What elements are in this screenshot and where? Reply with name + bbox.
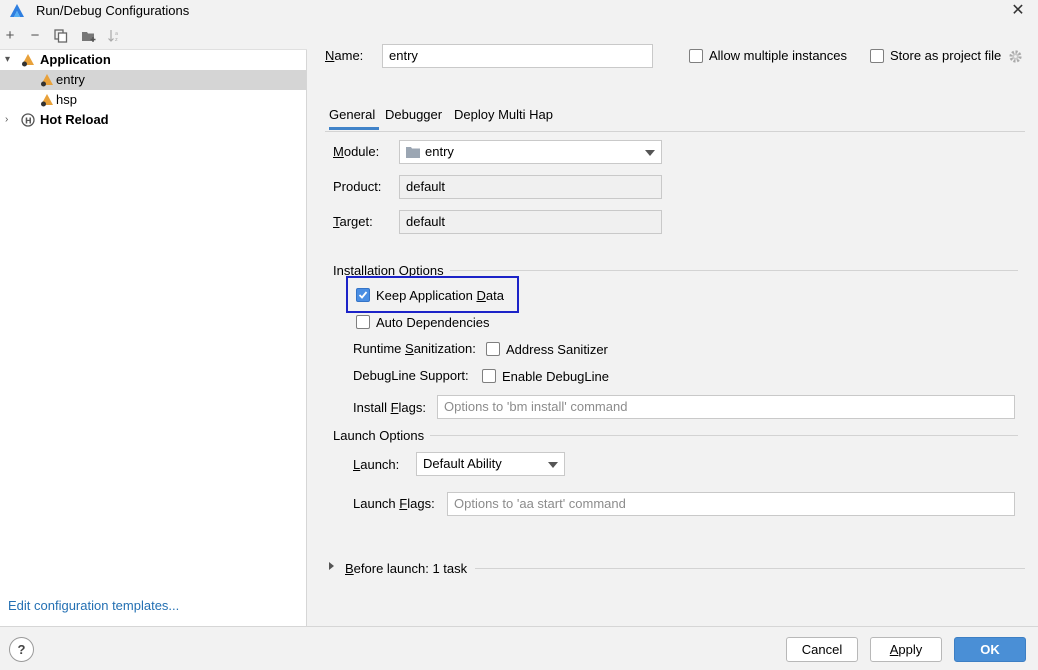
tab-divider [325, 131, 1025, 132]
module-select[interactable]: entry [399, 140, 662, 164]
tree-item-label: Hot Reload [40, 112, 109, 127]
launch-select-value: Default Ability [423, 456, 502, 471]
name-label: Name: [325, 48, 364, 63]
tree-item-label: hsp [56, 92, 77, 107]
module-select-value: entry [425, 144, 454, 159]
launch-divider [430, 435, 1018, 436]
sort-icon: a z [108, 30, 118, 43]
gear-icon[interactable] [1008, 49, 1023, 64]
module-icon [41, 94, 53, 107]
keep-app-data-checkbox[interactable] [356, 288, 370, 302]
tree-item-hot-reload[interactable]: › H Hot Reload [0, 110, 306, 130]
store-project-checkbox[interactable] [870, 49, 884, 63]
close-icon[interactable]: ✕ [1009, 1, 1027, 21]
before-launch-label[interactable]: Before launch: 1 task [345, 561, 467, 576]
tab-general[interactable]: General [329, 106, 379, 130]
address-sanitizer-checkbox[interactable] [486, 342, 500, 356]
runtime-sanitization-label: Runtime Sanitization: [353, 341, 476, 356]
hot-reload-icon: H [21, 113, 35, 127]
install-flags-label: Install Flags: [353, 400, 426, 415]
product-label: Product: [333, 179, 382, 194]
launch-label: Launch: [353, 457, 400, 472]
checkmark-icon [358, 291, 368, 299]
target-field: default [399, 210, 662, 234]
auto-dependencies-label: Auto Dependencies [376, 315, 490, 330]
help-button[interactable]: ? [9, 637, 34, 662]
chevron-right-icon[interactable] [329, 562, 334, 570]
minus-icon[interactable]: − [27, 28, 43, 44]
debugline-support-label: DebugLine Support: [353, 368, 469, 383]
chevron-right-icon[interactable]: › [5, 110, 15, 130]
window-title: Run/Debug Configurations [36, 3, 190, 18]
cancel-button[interactable]: Cancel [786, 637, 858, 662]
address-sanitizer-label: Address Sanitizer [506, 342, 608, 357]
chevron-down-icon [548, 462, 558, 468]
tree-toolbar [0, 24, 307, 50]
keep-app-data-label: Keep Application Data [376, 288, 504, 303]
tree-item-label: entry [56, 72, 85, 87]
launch-options-heading: Launch Options [333, 428, 425, 443]
folder-icon [406, 147, 420, 158]
copy-icon[interactable] [54, 29, 68, 43]
installation-divider [450, 270, 1018, 271]
svg-text:H: H [25, 117, 32, 126]
launch-flags-label: Launch Flags: [353, 496, 435, 511]
folder-add-icon[interactable] [81, 29, 97, 43]
ok-button[interactable]: OK [954, 637, 1026, 662]
module-label: Module: [333, 144, 380, 159]
before-launch-divider [475, 568, 1025, 569]
app-logo-icon [10, 4, 24, 17]
tree-item-hsp[interactable]: hsp [0, 90, 306, 110]
enable-debugline-checkbox[interactable] [482, 369, 496, 383]
chevron-down-icon [645, 150, 655, 156]
install-flags-input[interactable]: Options to 'bm install' command [437, 395, 1015, 419]
tab-deploy-multi-hap[interactable]: Deploy Multi Hap [454, 106, 553, 130]
install-flags-placeholder: Options to 'bm install' command [444, 399, 628, 414]
allow-multiple-label: Allow multiple instances [709, 48, 848, 63]
target-label: Target: [333, 214, 373, 229]
application-icon [22, 54, 34, 67]
allow-multiple-checkbox[interactable] [689, 49, 703, 63]
tree-item-entry[interactable]: entry [0, 70, 306, 90]
launch-select[interactable]: Default Ability [416, 452, 565, 476]
chevron-down-icon[interactable]: ▾ [5, 50, 15, 70]
enable-debugline-label: Enable DebugLine [502, 369, 609, 384]
product-field: default [399, 175, 662, 199]
module-icon [41, 74, 53, 87]
tab-debugger[interactable]: Debugger [385, 106, 442, 130]
launch-flags-placeholder: Options to 'aa start' command [454, 496, 626, 511]
tree-item-application[interactable]: ▾ Application [0, 50, 306, 70]
store-project-label: Store as project file [890, 48, 1002, 63]
svg-text:z: z [115, 37, 118, 43]
edit-templates-link[interactable]: Edit configuration templates... [8, 598, 179, 613]
name-field[interactable]: entry [382, 44, 653, 68]
auto-dependencies-checkbox[interactable] [356, 315, 370, 329]
plus-icon[interactable]: + [2, 28, 18, 44]
tree-item-label: Application [40, 52, 111, 67]
apply-button[interactable]: Apply [870, 637, 942, 662]
launch-flags-input[interactable]: Options to 'aa start' command [447, 492, 1015, 516]
